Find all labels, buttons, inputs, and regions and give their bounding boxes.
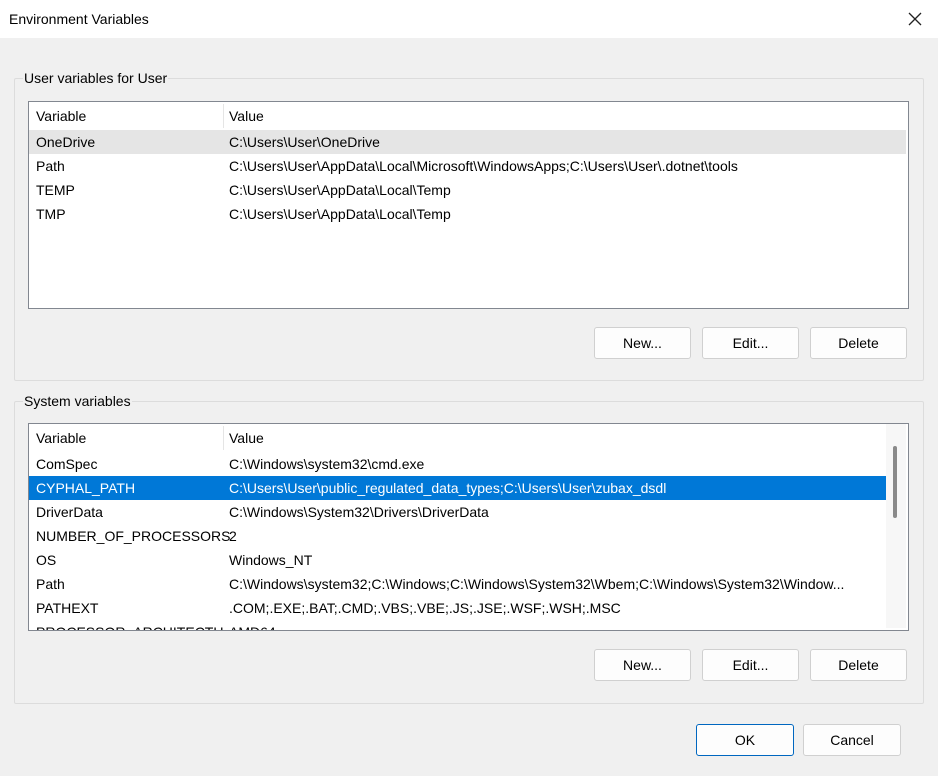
- row-variable: CYPHAL_PATH: [36, 480, 136, 496]
- system-column-variable[interactable]: Variable: [36, 424, 86, 452]
- user-row-temp[interactable]: TEMP C:\Users\User\AppData\Local\Temp: [29, 178, 906, 202]
- row-variable: ComSpec: [36, 456, 98, 472]
- row-variable: DriverData: [36, 504, 103, 520]
- row-variable: PATHEXT: [36, 600, 99, 616]
- user-row-tmp[interactable]: TMP C:\Users\User\AppData\Local\Temp: [29, 202, 906, 226]
- row-value: C:\Users\User\AppData\Local\Temp: [229, 182, 451, 198]
- row-value: C:\Users\User\AppData\Local\Temp: [229, 206, 451, 222]
- row-value: 2: [229, 528, 237, 544]
- user-variables-label: User variables for User: [23, 70, 169, 86]
- row-value: C:\Users\User\OneDrive: [229, 134, 380, 150]
- row-value: AMD64: [229, 620, 276, 630]
- system-new-button[interactable]: New...: [594, 649, 691, 681]
- system-delete-button[interactable]: Delete: [810, 649, 907, 681]
- system-variables-label: System variables: [23, 393, 132, 409]
- row-value: Windows_NT: [229, 552, 313, 568]
- row-variable: OneDrive: [36, 134, 96, 150]
- window-title: Environment Variables: [9, 11, 149, 27]
- system-row-path[interactable]: Path C:\Windows\system32;C:\Windows;C:\W…: [29, 572, 886, 596]
- title-bar: Environment Variables: [0, 0, 938, 38]
- row-value: C:\Windows\System32\Drivers\DriverData: [229, 504, 489, 520]
- close-icon: [908, 12, 922, 26]
- row-variable: PROCESSOR_ARCHITECTU...: [36, 620, 235, 630]
- user-variables-list[interactable]: Variable Value OneDrive C:\Users\User\On…: [28, 101, 909, 309]
- row-value: C:\Users\User\AppData\Local\Microsoft\Wi…: [229, 158, 738, 174]
- system-row-pathext[interactable]: PATHEXT .COM;.EXE;.BAT;.CMD;.VBS;.VBE;.J…: [29, 596, 886, 620]
- system-list-header: Variable Value: [29, 424, 886, 452]
- close-button[interactable]: [892, 0, 938, 38]
- user-column-value[interactable]: Value: [229, 102, 264, 130]
- system-variables-list[interactable]: Variable Value ComSpec C:\Windows\system…: [28, 423, 909, 631]
- user-delete-button[interactable]: Delete: [810, 327, 907, 359]
- row-value: C:\Users\User\public_regulated_data_type…: [229, 480, 667, 496]
- scrollbar-thumb[interactable]: [893, 446, 897, 518]
- row-variable: Path: [36, 576, 65, 592]
- system-row-processor-architecture[interactable]: PROCESSOR_ARCHITECTU... AMD64: [29, 620, 886, 630]
- column-separator[interactable]: [223, 104, 224, 128]
- system-row-os[interactable]: OS Windows_NT: [29, 548, 886, 572]
- system-edit-button[interactable]: Edit...: [702, 649, 799, 681]
- system-row-number-of-processors[interactable]: NUMBER_OF_PROCESSORS 2: [29, 524, 886, 548]
- system-row-cyphal-path[interactable]: CYPHAL_PATH C:\Users\User\public_regulat…: [29, 476, 886, 500]
- user-column-variable[interactable]: Variable: [36, 102, 86, 130]
- row-variable: Path: [36, 158, 65, 174]
- system-row-driverdata[interactable]: DriverData C:\Windows\System32\Drivers\D…: [29, 500, 886, 524]
- user-new-button[interactable]: New...: [594, 327, 691, 359]
- user-edit-button[interactable]: Edit...: [702, 327, 799, 359]
- row-value: C:\Windows\system32;C:\Windows;C:\Window…: [229, 576, 845, 592]
- ok-button[interactable]: OK: [696, 724, 794, 756]
- user-list-header: Variable Value: [29, 102, 908, 130]
- row-variable: NUMBER_OF_PROCESSORS: [36, 528, 231, 544]
- user-row-onedrive[interactable]: OneDrive C:\Users\User\OneDrive: [29, 130, 906, 154]
- row-variable: TMP: [36, 206, 66, 222]
- system-row-comspec[interactable]: ComSpec C:\Windows\system32\cmd.exe: [29, 452, 886, 476]
- row-value: C:\Windows\system32\cmd.exe: [229, 456, 425, 472]
- system-column-value[interactable]: Value: [229, 424, 264, 452]
- column-separator[interactable]: [223, 426, 224, 450]
- user-row-path[interactable]: Path C:\Users\User\AppData\Local\Microso…: [29, 154, 906, 178]
- cancel-button[interactable]: Cancel: [803, 724, 901, 756]
- row-variable: OS: [36, 552, 57, 568]
- row-value: .COM;.EXE;.BAT;.CMD;.VBS;.VBE;.JS;.JSE;.…: [229, 600, 621, 616]
- system-list-scrollbar[interactable]: [886, 424, 906, 628]
- row-variable: TEMP: [36, 182, 75, 198]
